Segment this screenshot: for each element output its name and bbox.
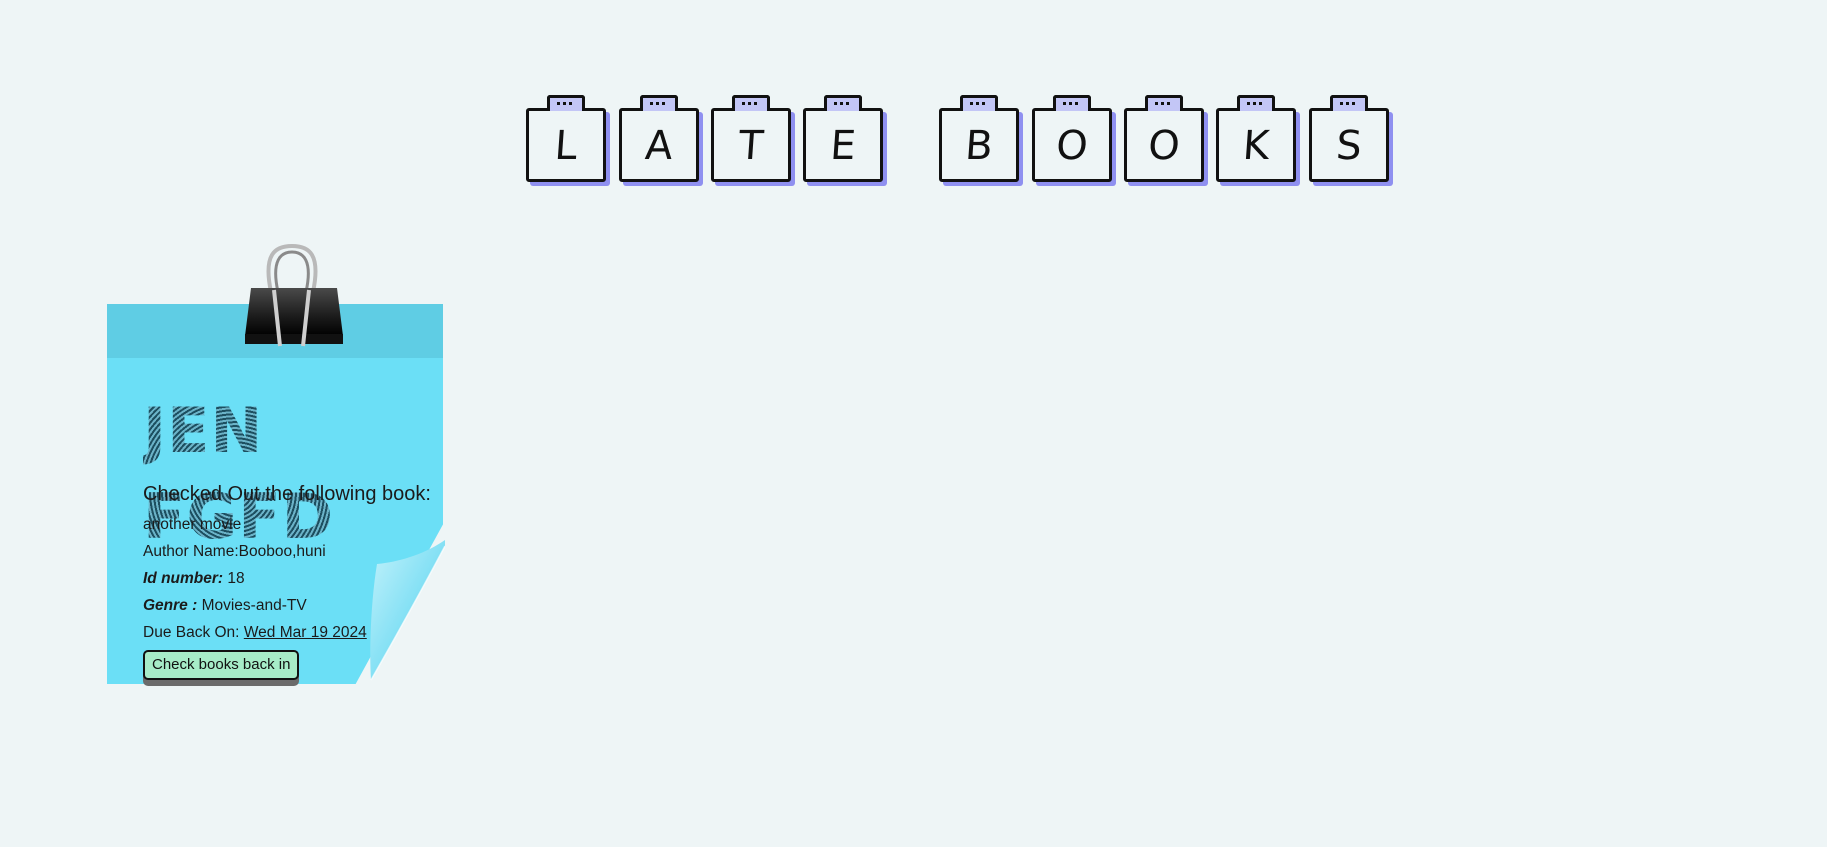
title-letter: O xyxy=(1146,123,1182,169)
check-books-back-in-button[interactable]: Check books back in xyxy=(143,650,300,680)
letter-box-tab xyxy=(960,95,998,111)
title-letter-box: A xyxy=(619,95,699,182)
title-letter-box: E xyxy=(803,95,883,182)
title-letter: S xyxy=(1334,123,1364,169)
due-row: Due Back On: Wed Mar 19 2024 xyxy=(143,619,431,646)
letter-box-tab xyxy=(732,95,770,111)
checkout-heading: Checked Out the following book: xyxy=(143,483,431,505)
letter-box-tab xyxy=(547,95,585,111)
author-row: Author Name:Booboo,huni xyxy=(143,538,431,565)
due-date: Wed Mar 19 2024 xyxy=(243,624,367,641)
letter-box-tab xyxy=(824,95,862,111)
id-label: Id number: xyxy=(143,570,224,587)
title-letter: L xyxy=(553,123,579,169)
letter-box-tab xyxy=(1145,95,1183,111)
letter-box-tab xyxy=(640,95,678,111)
genre-value: Movies-and-TV xyxy=(201,597,307,614)
book-details: Checked Out the following book: another … xyxy=(143,482,431,680)
title-letter: E xyxy=(828,123,858,169)
page-title: L A T E B O O K S xyxy=(0,95,1827,188)
genre-label: Genre : xyxy=(143,597,198,614)
title-letter-box: O xyxy=(1124,95,1204,182)
letter-box-tab xyxy=(1237,95,1275,111)
author-value: Booboo,huni xyxy=(238,543,326,560)
title-letter-box: K xyxy=(1216,95,1296,182)
title-letter-box: O xyxy=(1032,95,1112,182)
late-book-card: JEN FGFD Checked Out the following book:… xyxy=(107,244,447,694)
book-title: another movie xyxy=(143,516,242,533)
title-letter: A xyxy=(643,123,675,169)
author-label: Author Name: xyxy=(143,543,239,560)
title-letter-box: S xyxy=(1309,95,1389,182)
id-value: 18 xyxy=(227,570,245,587)
title-letter: O xyxy=(1054,123,1090,169)
letter-box-tab xyxy=(1053,95,1091,111)
title-letter: K xyxy=(1241,123,1271,169)
title-letter-box: T xyxy=(711,95,791,182)
genre-row: Genre : Movies-and-TV xyxy=(143,592,431,619)
title-letter: T xyxy=(737,123,765,169)
title-letter-box: B xyxy=(939,95,1019,182)
title-letter: B xyxy=(963,123,995,169)
binder-clip-icon xyxy=(245,244,343,347)
letter-box-tab xyxy=(1330,95,1368,111)
due-label: Due Back On: xyxy=(143,624,240,641)
title-letter-box: L xyxy=(526,95,606,182)
id-row: Id number: 18 xyxy=(143,565,431,592)
